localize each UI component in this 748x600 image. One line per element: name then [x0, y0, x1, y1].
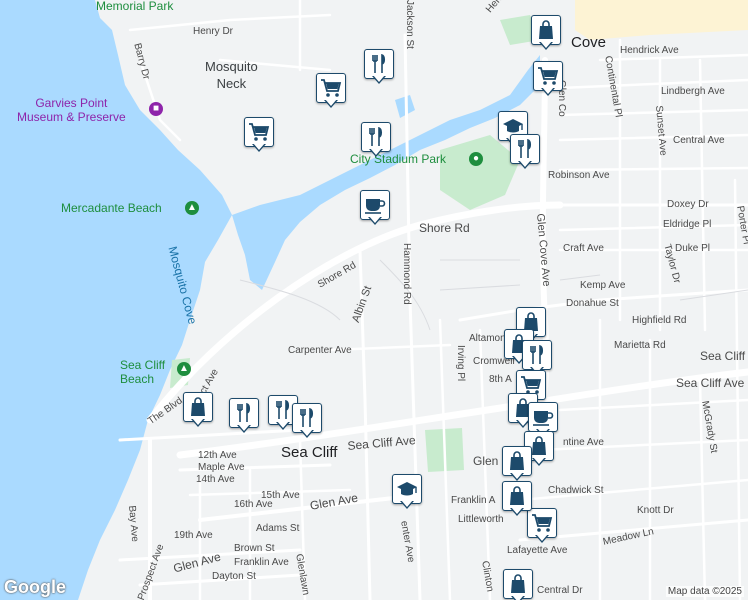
eighth-ave-label: 8th A: [489, 374, 512, 385]
carpenter-ave-label: Carpenter Ave: [288, 345, 352, 356]
twelfth-ave-label: 12th Ave: [198, 450, 237, 461]
maple-ave-label: Maple Ave: [198, 462, 245, 473]
lindbergh-ave-label: Lindbergh Ave: [661, 86, 725, 97]
map-pin[interactable]: [229, 398, 259, 434]
shore-rd-label-1: Shore Rd: [419, 221, 470, 235]
cafe-icon: [364, 196, 386, 214]
map-pin[interactable]: [531, 15, 561, 51]
valentine-ave-label: ntine Ave: [563, 437, 604, 448]
google-logo: Google: [4, 577, 66, 597]
map-pin[interactable]: [503, 569, 533, 600]
adams-st-label: Adams St: [256, 523, 300, 534]
shopping-cart-icon: [520, 375, 542, 395]
shopping-bag-icon: [508, 451, 526, 471]
map-pin[interactable]: [244, 117, 274, 153]
map-pin[interactable]: [183, 392, 213, 428]
garvies-point-label-line1: Garvies Point: [35, 96, 108, 110]
sea-cliff-beach-label[interactable]: Sea Cliff Beach: [120, 358, 165, 386]
jackson-st-label: Jackson St: [404, 0, 415, 49]
map-pin[interactable]: [360, 190, 390, 226]
sixteenth-ave-label: 16th Ave: [234, 499, 273, 510]
restaurant-icon: [528, 345, 546, 365]
school-icon: [396, 480, 418, 498]
sea-cliff-beach-park-icon[interactable]: ▲: [177, 362, 191, 376]
restaurant-icon: [367, 127, 385, 147]
map-base-layer: [0, 0, 748, 600]
shopping-bag-icon: [537, 20, 555, 40]
shopping-cart-icon: [320, 78, 342, 98]
shopping-cart-icon: [537, 66, 559, 86]
eldridge-pl-label: Eldridge Pl: [663, 219, 712, 230]
restaurant-icon: [516, 139, 534, 159]
duke-pl-label: Duke Pl: [675, 243, 711, 254]
littleworth-label: Littleworth: [458, 514, 504, 525]
central-dr-label: Central Dr: [537, 585, 583, 596]
franklin-ave-right-label: Franklin A: [451, 495, 496, 506]
kemp-ave-label: Kemp Ave: [580, 280, 626, 291]
memorial-park-label: Memorial Park: [96, 0, 174, 13]
highfield-rd-label: Highfield Rd: [632, 315, 687, 326]
stadium-park-icon[interactable]: ●: [469, 152, 483, 166]
shopping-cart-icon: [531, 513, 553, 533]
nineteenth-ave-label: 19th Ave: [174, 530, 213, 541]
map-canvas[interactable]: Memorial Park Henry Dr Barry Dr Mosquito…: [0, 0, 748, 600]
restaurant-icon: [298, 408, 316, 428]
chadwick-st-label: Chadwick St: [548, 485, 604, 496]
map-pin[interactable]: [361, 122, 391, 158]
map-pin[interactable]: [392, 474, 422, 510]
sea-water: [0, 0, 232, 600]
fourteenth-ave-label: 14th Ave: [196, 474, 235, 485]
glen-ave-mid-label: Glen: [473, 454, 499, 468]
beach-park-icon[interactable]: ▲: [185, 201, 199, 215]
cafe-icon: [532, 408, 554, 426]
map-pin[interactable]: [533, 61, 563, 97]
garvies-point-label[interactable]: Garvies Point Museum & Preserve: [17, 96, 126, 124]
map-pin[interactable]: [510, 134, 540, 170]
map-pin[interactable]: [364, 49, 394, 85]
restaurant-icon: [274, 400, 292, 420]
sea-cliff-beach-label-line2: Beach: [120, 372, 155, 386]
mercadante-beach-label[interactable]: Mercadante Beach: [61, 202, 162, 214]
map-pin[interactable]: [502, 446, 532, 482]
irving-pl-label: Irving Pl: [455, 345, 466, 382]
sea-cliff-ave-right-label-1: Sea Cliff: [700, 349, 746, 363]
shopping-bag-icon: [530, 436, 548, 456]
hammond-rd-label: Hammond Rd: [401, 243, 412, 305]
donahue-st-label: Donahue St: [566, 298, 619, 309]
shopping-bag-icon: [189, 397, 207, 417]
marietta-rd-label: Marietta Rd: [614, 340, 666, 351]
restaurant-icon: [235, 403, 253, 423]
garvies-point-label-line2: Museum & Preserve: [17, 110, 126, 124]
henry-dr-label: Henry Dr: [193, 26, 234, 37]
altamont-label: Altamont: [469, 333, 509, 344]
franklin-ave-left-label: Franklin Ave: [234, 557, 289, 568]
brown-st-label: Brown St: [234, 543, 275, 554]
mosquito-neck-label: Mosquito Neck: [205, 59, 258, 91]
map-attribution[interactable]: Map data ©2025: [665, 586, 744, 597]
robinson-ave-label: Robinson Ave: [548, 170, 610, 181]
shopping-bag-icon: [509, 574, 527, 594]
knott-dr-label: Knott Dr: [637, 505, 674, 516]
craft-ave-label: Craft Ave: [563, 243, 604, 254]
dayton-st-label: Dayton St: [212, 571, 256, 582]
glen-cove-town-label: Cove: [571, 34, 607, 51]
restaurant-icon: [370, 54, 388, 74]
shopping-bag-icon: [508, 486, 526, 506]
map-pin[interactable]: [316, 73, 346, 109]
lafayette-ave-label: Lafayette Ave: [507, 545, 568, 556]
sea-cliff-town-label: Sea Cliff: [281, 444, 338, 461]
central-ave-label: Central Ave: [673, 135, 725, 146]
shopping-cart-icon: [248, 122, 270, 142]
museum-icon[interactable]: ■: [149, 102, 163, 116]
sea-cliff-beach-label-line1: Sea Cliff: [120, 358, 166, 372]
hendrick-ave-label: Hendrick Ave: [620, 45, 679, 56]
map-pin[interactable]: [292, 403, 322, 439]
map-pin[interactable]: [502, 481, 532, 517]
school-icon: [502, 117, 524, 135]
doxey-dr-label: Doxey Dr: [667, 199, 709, 210]
sea-cliff-ave-right-label-2: Sea Cliff Ave: [676, 376, 745, 390]
